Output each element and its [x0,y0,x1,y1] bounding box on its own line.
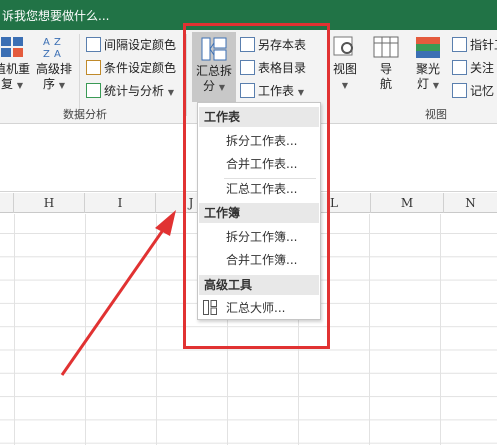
annotation-arrow [60,210,176,376]
